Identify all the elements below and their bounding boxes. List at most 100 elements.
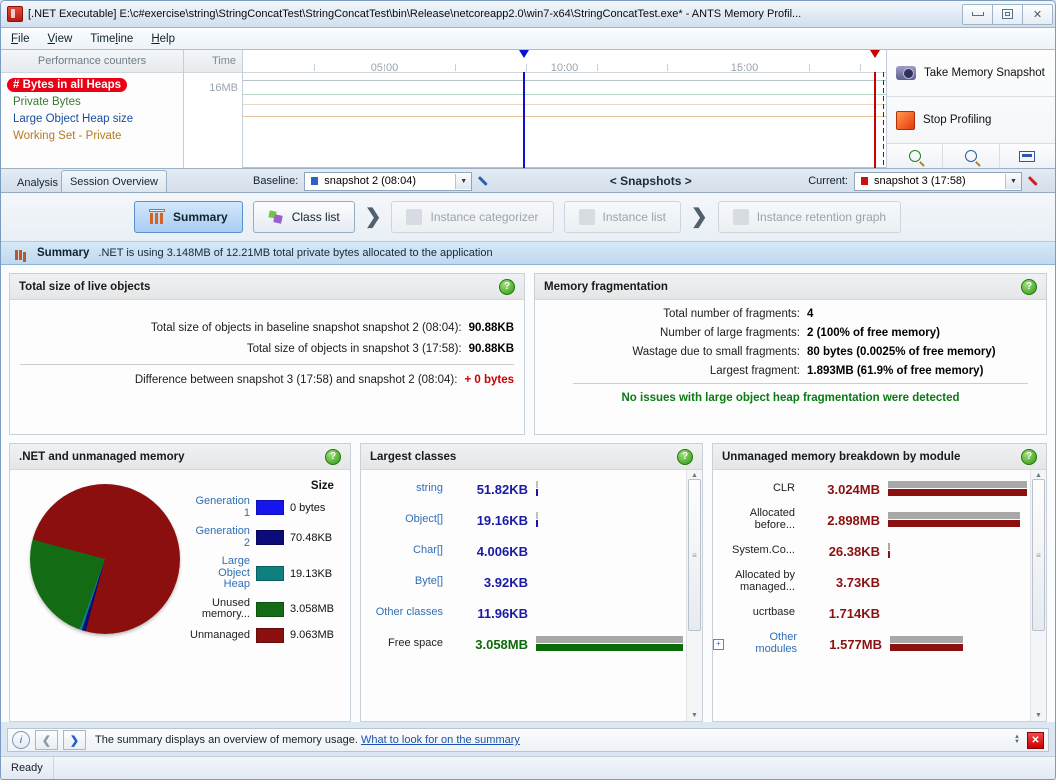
legend-swatch-unused-memory <box>255 601 284 617</box>
menu-item-file[interactable]: File <box>11 33 30 45</box>
legend-label-generation-2[interactable]: Generation 2 <box>190 525 250 549</box>
module-value-other-modules: 1.577MB <box>829 636 882 652</box>
snapshots-nav-label[interactable]: < Snapshots > <box>610 174 692 188</box>
module-name-system-co: System.Co... <box>732 544 795 557</box>
current-snapshot-combo[interactable]: snapshot 3 (17:58) ▼ <box>853 171 1022 191</box>
legend-label-generation-1[interactable]: Generation 1 <box>190 495 250 519</box>
help-icon[interactable]: ? <box>499 278 515 295</box>
class-name-byte-array[interactable]: Byte[] <box>361 576 450 588</box>
large-fragments-value: 2 (100% of free memory) <box>807 327 940 339</box>
title-bar: [.NET Executable] E:\c#exercise\string\S… <box>1 1 1055 28</box>
scroll-up-icon[interactable]: ▲ <box>1035 472 1042 479</box>
timeline-plot <box>243 50 886 168</box>
step-instance-categorizer[interactable]: Instance categorizer <box>391 201 554 233</box>
tab-session-overview[interactable]: Session Overview <box>60 170 168 192</box>
module-row: + Other modules 1.577MB <box>713 631 1030 657</box>
stop-profiling-button[interactable]: Stop Profiling <box>887 97 1055 144</box>
menu-item-view[interactable]: View <box>48 33 73 45</box>
legend-item: Generation 2 70.48KB <box>190 525 350 549</box>
class-name-object-array[interactable]: Object[] <box>361 514 450 526</box>
zoom-in-icon <box>908 150 921 162</box>
unmanaged-modules-body: CLR 3.024MB Allocated before... 2.898MB <box>713 470 1046 721</box>
help-icon[interactable]: ? <box>677 448 693 465</box>
class-bar-other-classes <box>536 604 686 622</box>
take-memory-snapshot-button[interactable]: Take Memory Snapshot <box>887 50 1055 97</box>
tip-forward-button[interactable]: ❯ <box>63 730 86 750</box>
legend-label-unused-memory: Unused memory... <box>201 596 250 621</box>
menu-item-help[interactable]: Help <box>151 33 175 45</box>
menu-item-timeline[interactable]: Timeline <box>90 33 133 45</box>
step-instance-list[interactable]: Instance list <box>563 201 681 233</box>
legend-swatch-unmanaged <box>255 627 284 643</box>
class-value-char-array: 4.006KB <box>476 543 528 559</box>
module-bar-ucrtbase <box>888 604 1030 622</box>
tip-back-button[interactable]: ❮ <box>35 730 58 750</box>
scrollbar-thumb[interactable]: ≡ <box>1032 479 1045 631</box>
module-name-allocated-before: Allocated before... <box>749 507 795 531</box>
app-icon <box>7 6 23 22</box>
largest-classes-rows: string 51.82KB Object[] 19.16KB Char[] 4… <box>361 470 686 721</box>
zoom-in-button[interactable] <box>887 144 944 168</box>
legend-size-header: Size <box>310 480 334 492</box>
timeline-axis-column: Time 16MB <box>184 50 243 168</box>
step-summary[interactable]: Summary <box>134 201 243 233</box>
baseline-snapshot-marker[interactable] <box>518 50 529 168</box>
scroll-down-icon[interactable]: ▼ <box>691 712 698 719</box>
difference-value: + 0 bytes <box>464 374 514 386</box>
timeline-graph[interactable]: 05:00 10:00 15:00 <box>243 50 886 168</box>
step-class-list[interactable]: Class list <box>252 201 355 233</box>
scroll-up-icon[interactable]: ▲ <box>691 472 698 479</box>
current-edit-icon[interactable] <box>1028 174 1043 189</box>
module-bar-clr <box>888 480 1030 498</box>
class-name-other-classes[interactable]: Other classes <box>361 607 450 619</box>
legend-value-unmanaged: 9.063MB <box>289 629 334 642</box>
expand-icon[interactable]: + <box>713 638 724 650</box>
tip-spinner[interactable]: ▲ ▼ <box>1014 734 1020 745</box>
module-row: Allocated before... 2.898MB <box>713 507 1030 533</box>
module-name-other-modules[interactable]: Other modules <box>727 632 804 655</box>
counter-working-set-private[interactable]: Working Set - Private <box>7 129 127 143</box>
minimize-button[interactable] <box>962 3 993 25</box>
fragmentation-header: Memory fragmentation ? <box>535 274 1046 300</box>
chevron-down-icon[interactable]: ▼ <box>1004 173 1021 189</box>
categorizer-icon <box>406 209 423 225</box>
retention-graph-icon <box>732 209 749 225</box>
maximize-button[interactable] <box>992 3 1023 25</box>
counter-bytes-in-all-heaps[interactable]: # Bytes in all Heaps <box>7 78 128 92</box>
help-icon[interactable]: ? <box>1021 448 1037 465</box>
legend-label-large-object-heap[interactable]: Large Object Heap <box>190 555 250 591</box>
chevron-down-icon[interactable]: ▼ <box>455 173 472 189</box>
wastage-label: Wastage due to small fragments: <box>632 346 800 358</box>
counter-large-object-heap-size[interactable]: Large Object Heap size <box>7 112 139 126</box>
class-bar-free-space <box>536 635 686 653</box>
module-value-clr: 3.024MB <box>827 481 880 497</box>
unmanaged-modules-scrollbar[interactable]: ▲ ≡ ▼ <box>1030 470 1046 721</box>
module-row: Allocated by managed... 3.73KB <box>713 569 1030 595</box>
close-button[interactable]: ✕ <box>1022 3 1053 25</box>
scrollbar-thumb[interactable]: ≡ <box>688 479 701 631</box>
baseline-edit-icon[interactable] <box>478 174 493 189</box>
baseline-snapshot-combo[interactable]: snapshot 2 (08:04) ▼ <box>304 171 473 191</box>
help-icon[interactable]: ? <box>325 448 341 465</box>
tip-close-button[interactable]: ✕ <box>1027 731 1044 749</box>
zoom-out-button[interactable] <box>943 144 1000 168</box>
help-icon[interactable]: ? <box>1021 278 1037 295</box>
timeline-ruler: 05:00 10:00 15:00 <box>243 50 886 74</box>
memory-pie-body: Size Generation 1 0 bytes Generation 2 7… <box>10 470 350 721</box>
step-instance-retention-graph[interactable]: Instance retention graph <box>717 201 902 233</box>
memory-pie-title: .NET and unmanaged memory <box>19 450 185 463</box>
tab-analysis[interactable]: Analysis <box>9 173 62 192</box>
zoom-fit-button[interactable] <box>999 144 1055 168</box>
largest-classes-scrollbar[interactable]: ▲ ≡ ▼ <box>686 470 702 721</box>
current-snapshot-marker[interactable] <box>870 50 881 168</box>
legend-label-unmanaged: Unmanaged <box>190 628 250 641</box>
tip-link[interactable]: What to look for on the summary <box>361 734 520 746</box>
scroll-down-icon[interactable]: ▼ <box>1035 712 1042 719</box>
timeline-zoom-controls <box>887 144 1055 168</box>
class-name-string[interactable]: string <box>361 483 450 495</box>
module-row: ucrtbase 1.714KB <box>713 600 1030 626</box>
class-value-free-space: 3.058MB <box>475 636 528 652</box>
class-name-char-array[interactable]: Char[] <box>361 545 450 557</box>
counter-private-bytes[interactable]: Private Bytes <box>7 95 87 109</box>
snapshot-selection-bar: Baseline: snapshot 2 (08:04) ▼ < Snapsho… <box>253 171 1043 191</box>
